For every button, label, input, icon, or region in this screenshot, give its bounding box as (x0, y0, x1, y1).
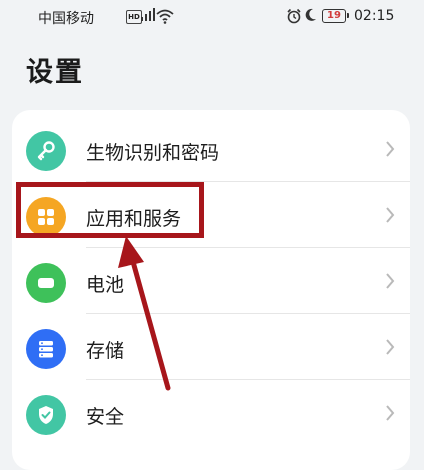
annotation-arrow (118, 236, 171, 391)
